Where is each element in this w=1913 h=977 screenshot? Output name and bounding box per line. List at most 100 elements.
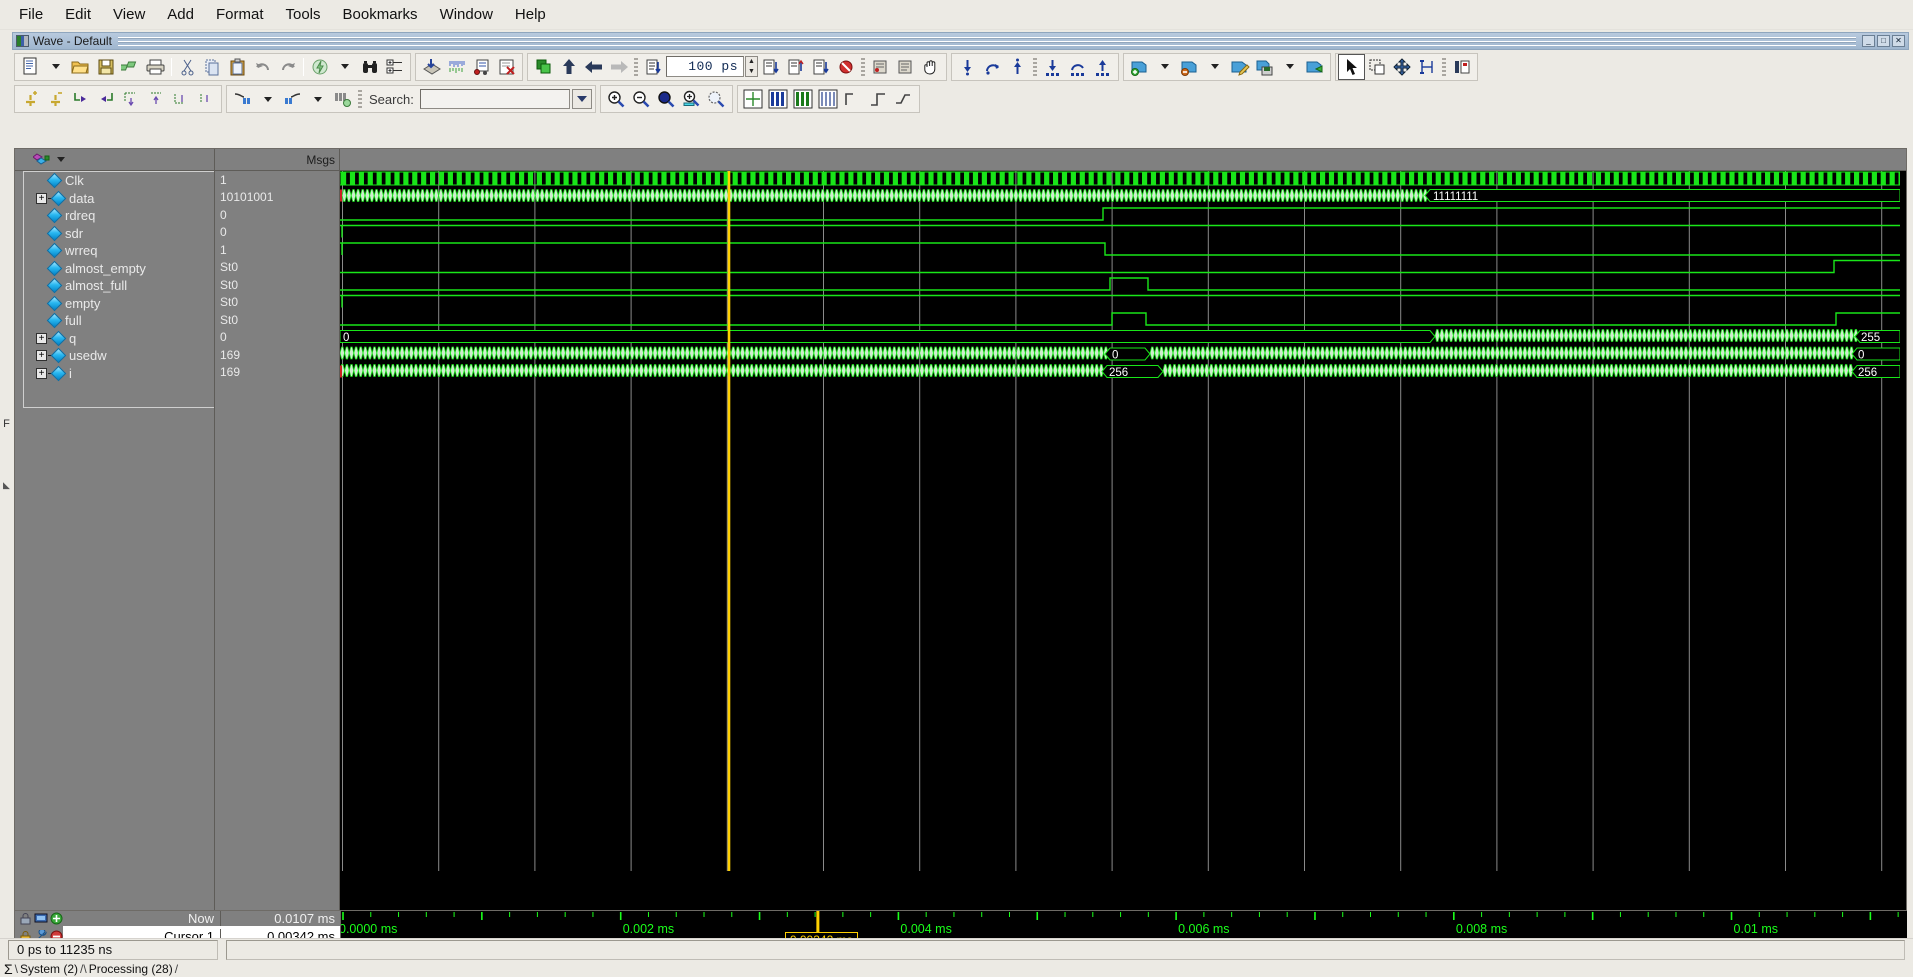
- signal-row-empty[interactable]: empty: [24, 295, 214, 313]
- zoom-in-icon[interactable]: [604, 87, 629, 111]
- edit-mode-icon[interactable]: [1414, 55, 1439, 79]
- titlebar-grip[interactable]: [117, 36, 1856, 46]
- expand-all-icon[interactable]: [118, 87, 143, 111]
- search-prev-icon[interactable]: [230, 87, 255, 111]
- menu-bookmarks[interactable]: Bookmarks: [332, 3, 429, 26]
- delete-cursor-icon[interactable]: [43, 87, 68, 111]
- expand-plus-icon[interactable]: +: [36, 367, 47, 379]
- pan-move-icon[interactable]: [1389, 55, 1414, 79]
- find-any-transition-icon[interactable]: [980, 55, 1005, 79]
- open-folder-icon[interactable]: [68, 55, 93, 79]
- run-length-input[interactable]: 100 ps: [666, 56, 744, 77]
- run-all-icon[interactable]: [606, 55, 631, 79]
- expand-plus-icon[interactable]: +: [36, 350, 47, 362]
- find-prev-bus-icon[interactable]: [1040, 55, 1065, 79]
- step-out-icon[interactable]: [808, 55, 833, 79]
- signal-row-q[interactable]: + q: [24, 330, 214, 348]
- signal-name-panel[interactable]: Clk + data rdreq sdr wrreq almost_empty …: [15, 171, 215, 910]
- expand-plus-icon[interactable]: +: [36, 192, 47, 204]
- signal-row-data[interactable]: + data: [24, 190, 214, 208]
- zoom-full-icon[interactable]: [654, 87, 679, 111]
- cursor-prev-icon[interactable]: [68, 87, 93, 111]
- undo-arrow-icon[interactable]: [250, 55, 275, 79]
- menu-view[interactable]: View: [102, 3, 156, 26]
- expand-sel-icon[interactable]: [168, 87, 193, 111]
- search-options-icon[interactable]: [330, 87, 355, 111]
- cursor-next-icon[interactable]: [93, 87, 118, 111]
- find-rising-icon[interactable]: [1005, 55, 1030, 79]
- signal-row-i[interactable]: + i: [24, 365, 214, 383]
- zoom-region-icon[interactable]: [1364, 55, 1389, 79]
- wave-analog-icon[interactable]: [741, 87, 766, 111]
- dataflow-icon[interactable]: [469, 55, 494, 79]
- hand-grab-icon[interactable]: [918, 55, 943, 79]
- search-next-icon[interactable]: [280, 87, 305, 111]
- signal-row-almost-empty[interactable]: almost_empty: [24, 260, 214, 278]
- select-arrow-icon[interactable]: [1338, 53, 1365, 80]
- timeline-panel[interactable]: 0.0000 ms 0.002 ms 0.004 ms 0.006 ms 0.008 m…: [341, 911, 1907, 941]
- wave-window-titlebar[interactable]: Wave - Default _ □ ✕: [12, 32, 1909, 50]
- add-bookmark-dropdown-caret-icon[interactable]: [1152, 55, 1177, 79]
- tab-processing[interactable]: Processing (28): [89, 962, 173, 976]
- hierarchy-icon[interactable]: [382, 55, 407, 79]
- zoom-cursor-icon[interactable]: [679, 87, 704, 111]
- remove-bookmark-dropdown-caret-icon[interactable]: [1202, 55, 1227, 79]
- wave-edge-icon[interactable]: [841, 87, 866, 111]
- print-icon[interactable]: [143, 55, 168, 79]
- save-bookmark-dropdown-caret-icon[interactable]: [1277, 55, 1302, 79]
- waveform-svg[interactable]: 11111111 0 255 0 0 256 256: [340, 171, 1900, 871]
- goto-bookmark-icon[interactable]: [1302, 55, 1327, 79]
- remove-wave-icon[interactable]: [494, 55, 519, 79]
- waveform-canvas[interactable]: 11111111 0 255 0 0 256 256: [340, 171, 1906, 910]
- signal-row-full[interactable]: full: [24, 312, 214, 330]
- wave-mixed-icon[interactable]: [816, 87, 841, 111]
- add-bookmark-icon[interactable]: [1127, 55, 1152, 79]
- zoom-out-icon[interactable]: [629, 87, 654, 111]
- search-prev-dropdown-caret-icon[interactable]: [255, 87, 280, 111]
- find-transition-bus-icon[interactable]: [1065, 55, 1090, 79]
- left-dock-arrow-icon[interactable]: ◣: [0, 480, 13, 491]
- step-over-icon[interactable]: [783, 55, 808, 79]
- signal-row-usedw[interactable]: + usedw: [24, 347, 214, 365]
- edit-bookmark-icon[interactable]: [1227, 55, 1252, 79]
- timeline-svg[interactable]: 0.0000 ms 0.002 ms 0.004 ms 0.006 ms 0.008 m…: [341, 911, 1907, 941]
- insert-cursor-icon[interactable]: [18, 87, 43, 111]
- copy-icon[interactable]: [200, 55, 225, 79]
- menu-tools[interactable]: Tools: [275, 3, 332, 26]
- new-document-dropdown-caret-icon[interactable]: [43, 55, 68, 79]
- save-bookmark-icon[interactable]: [1252, 55, 1277, 79]
- expand-plus-icon[interactable]: +: [36, 332, 47, 344]
- signal-row-wrreq[interactable]: wrreq: [24, 242, 214, 260]
- step-into-icon[interactable]: [758, 55, 783, 79]
- reload-icon[interactable]: [118, 55, 143, 79]
- compile-icon[interactable]: [307, 55, 332, 79]
- close-button[interactable]: ✕: [1892, 35, 1905, 47]
- paste-clipboard-icon[interactable]: [225, 55, 250, 79]
- remove-bookmark-icon[interactable]: [1177, 55, 1202, 79]
- menu-edit[interactable]: Edit: [54, 3, 102, 26]
- signal-row-almost-full[interactable]: almost_full: [24, 277, 214, 295]
- run-up-icon[interactable]: [556, 55, 581, 79]
- binoculars-find-icon[interactable]: [357, 55, 382, 79]
- wave-line-icon[interactable]: [891, 87, 916, 111]
- wave-step-icon[interactable]: [866, 87, 891, 111]
- restart-icon[interactable]: [531, 55, 556, 79]
- objects-header[interactable]: [15, 149, 215, 170]
- continue-run-icon[interactable]: [581, 55, 606, 79]
- minimize-button[interactable]: _: [1862, 35, 1875, 47]
- signal-row-sdr[interactable]: sdr: [24, 225, 214, 243]
- collapse-all-icon[interactable]: [143, 87, 168, 111]
- new-document-icon[interactable]: [18, 55, 43, 79]
- redo-arrow-icon[interactable]: [275, 55, 300, 79]
- menu-file[interactable]: File: [8, 3, 54, 26]
- menu-add[interactable]: Add: [156, 3, 205, 26]
- bp-list-icon[interactable]: [893, 55, 918, 79]
- wave-add-icon[interactable]: [444, 55, 469, 79]
- signal-row-clk[interactable]: Clk: [24, 172, 214, 190]
- find-falling-icon[interactable]: [955, 55, 980, 79]
- search-next-dropdown-caret-icon[interactable]: [305, 87, 330, 111]
- collapse-sel-icon[interactable]: [193, 87, 218, 111]
- cut-scissors-icon[interactable]: [175, 55, 200, 79]
- menu-help[interactable]: Help: [504, 3, 557, 26]
- menu-format[interactable]: Format: [205, 3, 275, 26]
